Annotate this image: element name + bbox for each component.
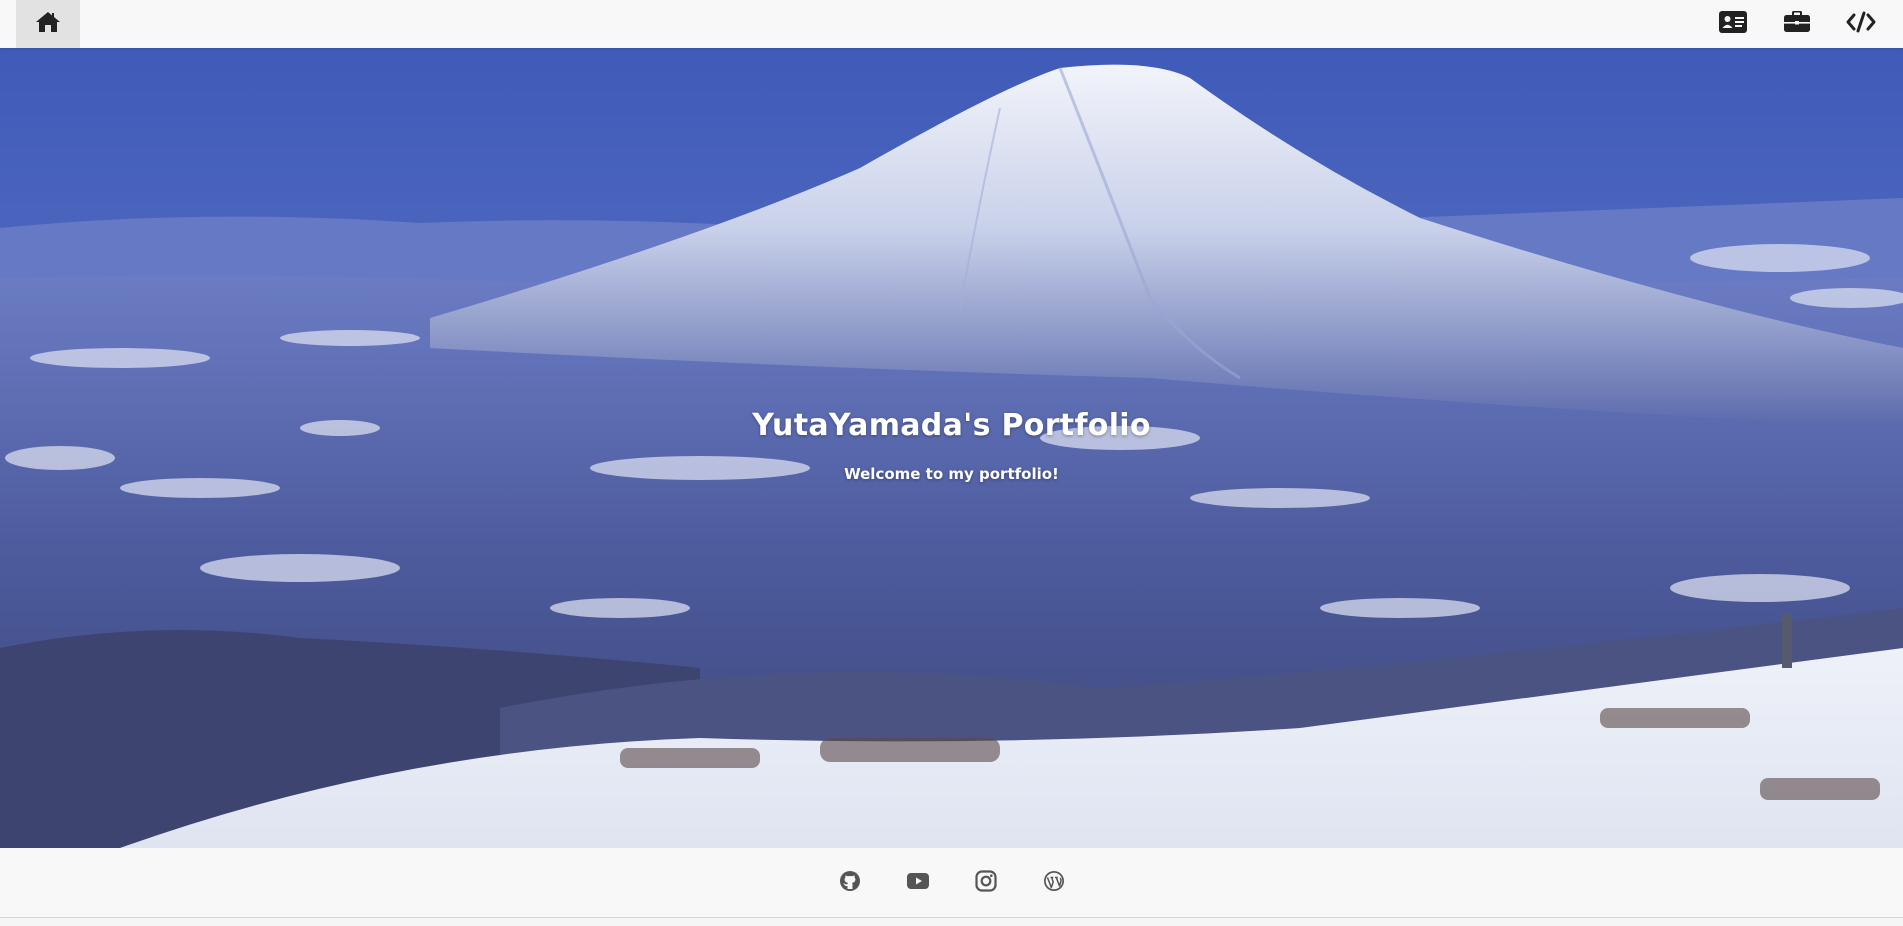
about-nav-button[interactable]	[1701, 0, 1765, 48]
id-card-icon	[1719, 11, 1747, 37]
instagram-icon	[974, 870, 997, 896]
home-icon	[35, 10, 61, 38]
github-link[interactable]	[838, 871, 862, 895]
wordpress-link[interactable]	[1042, 871, 1066, 895]
code-icon	[1846, 11, 1876, 37]
wordpress-icon	[1043, 870, 1065, 896]
footer	[0, 848, 1903, 918]
home-nav-button[interactable]	[16, 0, 80, 48]
code-nav-button[interactable]	[1829, 0, 1893, 48]
nav-right-group	[1701, 0, 1893, 48]
hero-subtitle: Welcome to my portfolio!	[844, 465, 1059, 483]
instagram-link[interactable]	[974, 870, 998, 896]
github-icon	[839, 870, 861, 896]
hero-text: YutaYamada's Portfolio Welcome to my por…	[0, 408, 1903, 483]
youtube-link[interactable]	[906, 871, 930, 895]
top-navbar	[0, 0, 1903, 48]
footer-divider	[0, 917, 1903, 918]
hero-title: YutaYamada's Portfolio	[752, 408, 1151, 443]
youtube-icon	[906, 873, 929, 893]
briefcase-icon	[1784, 10, 1810, 37]
works-nav-button[interactable]	[1765, 0, 1829, 48]
hero-section: YutaYamada's Portfolio Welcome to my por…	[0, 48, 1903, 848]
